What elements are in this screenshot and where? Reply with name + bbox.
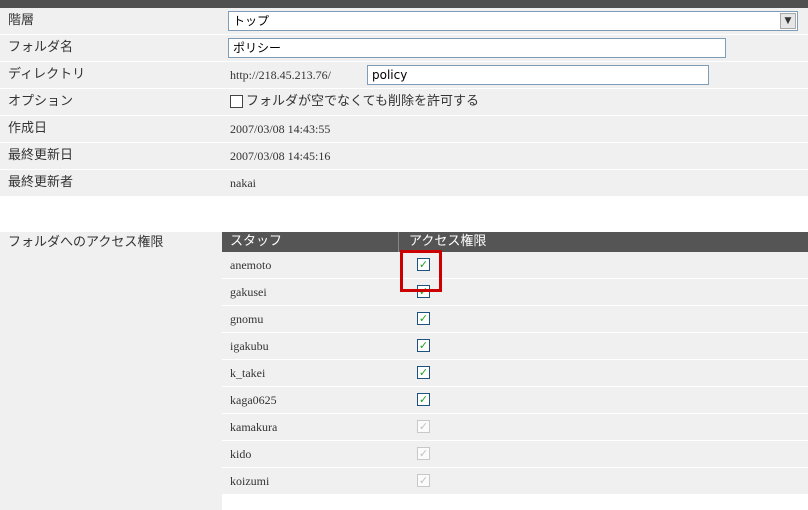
hierarchy-selected-value: トップ [233,14,270,28]
access-table-header: スタッフ アクセス権限 [222,232,808,252]
directory-url-prefix: http://218.45.213.76/ [230,68,332,82]
highlight-box [400,250,442,292]
access-checkbox[interactable]: ✓ [417,393,430,406]
folder-name-label: フォルダ名 [0,35,222,61]
updated-by-value: nakai [222,170,808,196]
created-label: 作成日 [0,116,222,142]
access-checkbox: ✓ [417,474,430,487]
folder-settings-form: 階層 トップ ▼ フォルダ名 ポリシー ディレクトリ http://218.45… [0,8,808,197]
directory-input[interactable]: policy [367,65,709,85]
updated-value: 2007/03/08 14:45:16 [222,143,808,169]
staff-name: igakubu [230,339,269,353]
hierarchy-select[interactable]: トップ ▼ [228,11,798,31]
staff-name: k_takei [230,366,266,380]
access-table: スタッフ アクセス権限 anemoto ✓ gakusei ✓ gnomu ✓ igakub… [222,232,808,495]
hierarchy-row: 階層 トップ ▼ [0,8,808,35]
staff-name: gnomu [230,312,264,326]
folder-name-row: フォルダ名 ポリシー [0,35,808,62]
staff-name: gakusei [230,285,267,299]
top-bar [0,0,808,8]
access-checkbox[interactable]: ✓ [417,339,430,352]
access-row: anemoto ✓ [222,252,808,279]
access-row: gakusei ✓ [222,279,808,306]
access-checkbox: ✓ [417,420,430,433]
updated-by-label: 最終更新者 [0,170,222,196]
allow-delete-checkbox-label[interactable]: フォルダが空でなくても削除を許可する [246,89,479,115]
access-row: kido ✓ [222,441,808,468]
access-row: gnomu ✓ [222,306,808,333]
directory-row: ディレクトリ http://218.45.213.76/ policy [0,62,808,89]
access-row: koizumi ✓ [222,468,808,495]
created-row: 作成日 2007/03/08 14:43:55 [0,116,808,143]
staff-name: kamakura [230,420,278,434]
staff-name: kaga0625 [230,393,277,407]
header-staff: スタッフ [230,234,283,249]
access-checkbox[interactable]: ✓ [417,312,430,325]
folder-name-input[interactable]: ポリシー [228,38,726,58]
header-permission: アクセス権限 [398,232,486,252]
allow-delete-checkbox[interactable] [230,95,243,108]
option-row: オプション フォルダが空でなくても削除を許可する [0,89,808,116]
hierarchy-label: 階層 [0,8,222,34]
access-checkbox[interactable]: ✓ [417,366,430,379]
access-row: kaga0625 ✓ [222,387,808,414]
created-value: 2007/03/08 14:43:55 [222,116,808,142]
access-row: kamakura ✓ [222,414,808,441]
access-row: k_takei ✓ [222,360,808,387]
option-label: オプション [0,89,222,115]
access-row: igakubu ✓ [222,333,808,360]
chevron-down-icon[interactable]: ▼ [780,13,796,29]
staff-name: anemoto [230,258,272,272]
access-checkbox: ✓ [417,447,430,460]
access-rows: anemoto ✓ gakusei ✓ gnomu ✓ igakubu ✓ k_takei ✓ ka… [222,252,808,495]
staff-name: kido [230,447,252,461]
updated-by-row: 最終更新者 nakai [0,170,808,197]
directory-label: ディレクトリ [0,62,222,88]
access-permission-label: フォルダへのアクセス権限 [0,232,222,510]
updated-label: 最終更新日 [0,143,222,169]
staff-name: koizumi [230,474,270,488]
updated-row: 最終更新日 2007/03/08 14:45:16 [0,143,808,170]
